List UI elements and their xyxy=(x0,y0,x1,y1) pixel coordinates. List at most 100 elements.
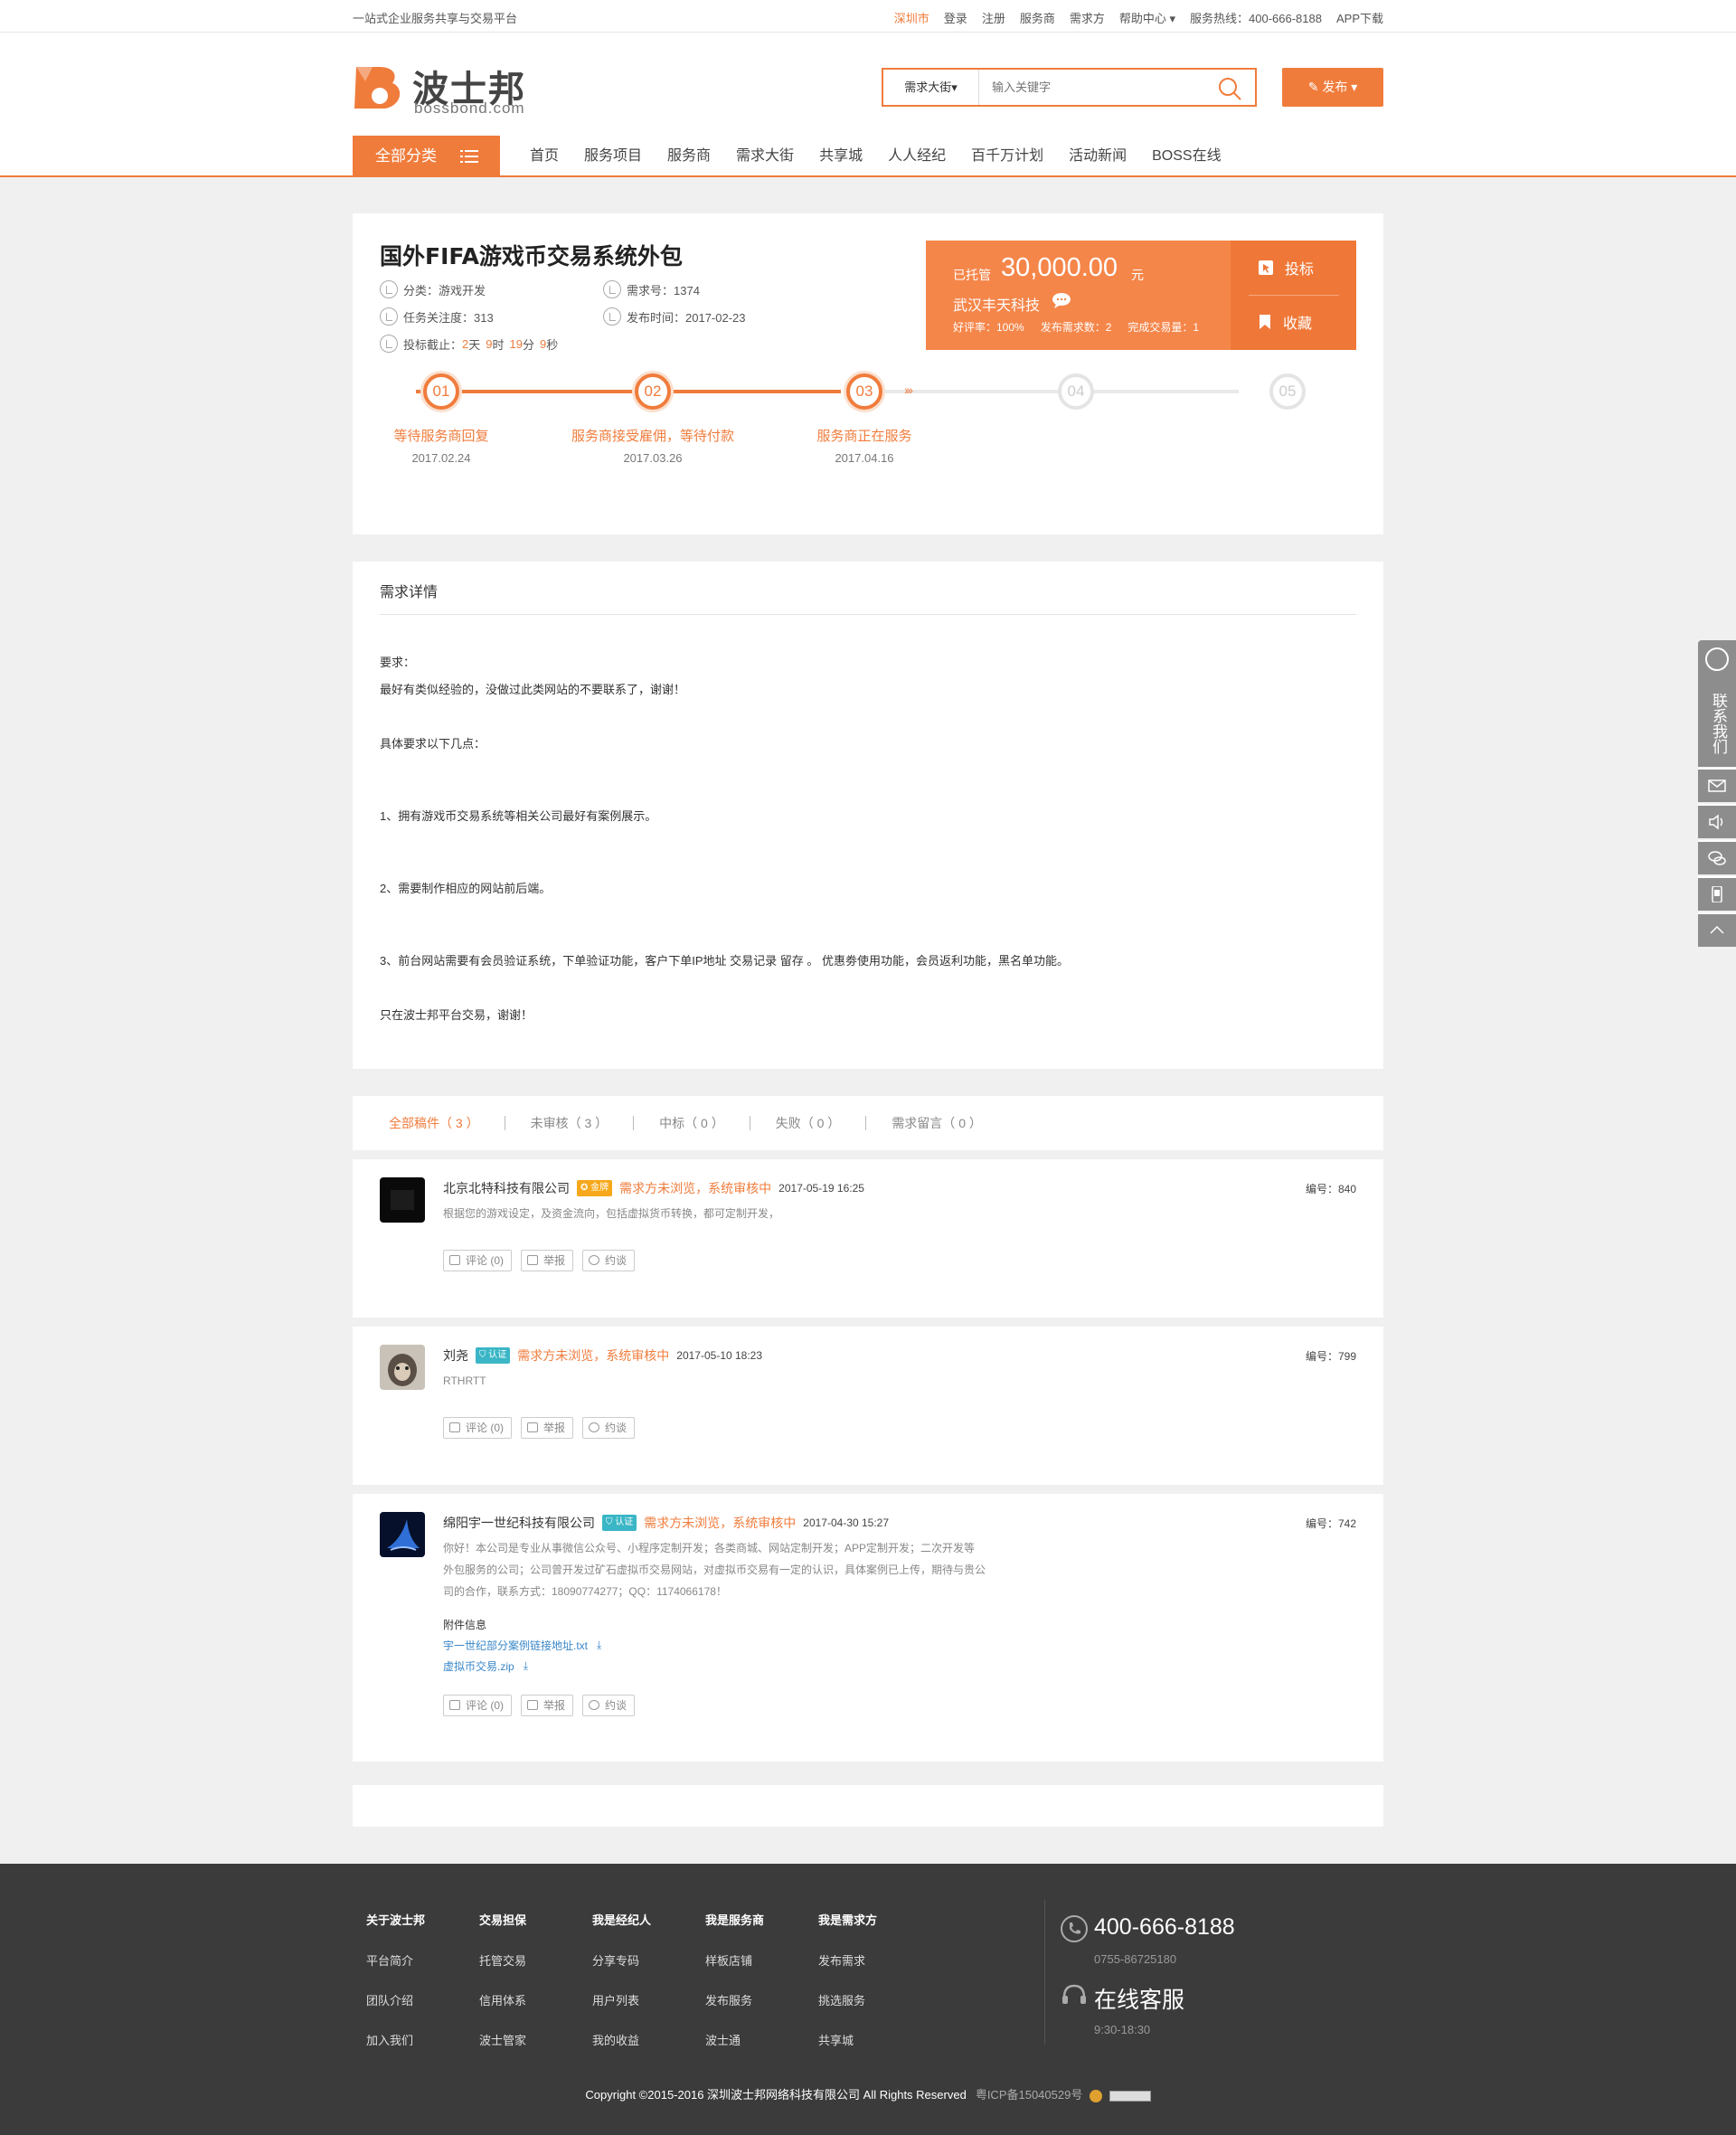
providers-link[interactable]: 服务商 xyxy=(1020,9,1055,26)
bid-tabs-card: 全部稿件（ 3 ） 未审核（ 3 ） 中标（ 0 ） 失败（ 0 ） 需求留言（… xyxy=(353,1096,1383,1150)
report-button[interactable]: 举报 xyxy=(521,1250,574,1271)
footer-link[interactable]: 平台简介 xyxy=(366,1951,425,1969)
nav-item-boss-online[interactable]: BOSS在线 xyxy=(1152,136,1221,177)
tab-won[interactable]: 中标（ 0 ） xyxy=(633,1116,750,1130)
bidder-name[interactable]: 刘尧 xyxy=(443,1346,468,1365)
mobile-button[interactable] xyxy=(1698,876,1736,911)
task-publish-time-text: 发布时间：2017-02-23 xyxy=(627,310,746,325)
favorite-button[interactable]: 收藏 xyxy=(1258,311,1339,333)
footer-link[interactable]: 团队介绍 xyxy=(366,1991,425,2008)
footer-link[interactable]: 波士通 xyxy=(705,2031,764,2048)
step-4-circle: 04 xyxy=(1058,373,1094,410)
header: 波士邦 bossbond.com 需求大街▾ ✎ 发布 ▾ 全部分类 首页 服务… xyxy=(0,33,1736,177)
attachments: 附件信息 宇一世纪部分案例链接地址.txt ⤓ 虚拟币交易.zip ⤓ xyxy=(443,1617,601,1674)
city-selector[interactable]: 深圳市 xyxy=(894,9,929,26)
avatar[interactable] xyxy=(380,1512,425,1557)
all-categories-button[interactable]: 全部分类 xyxy=(353,136,500,177)
nav-item-services[interactable]: 服务项目 xyxy=(584,136,642,177)
icp-number[interactable]: 粤ICP备15040529号 xyxy=(976,2088,1083,2102)
search-input[interactable] xyxy=(981,70,1207,105)
search-icon[interactable] xyxy=(1217,76,1242,101)
footer-link[interactable]: 我的收益 xyxy=(592,2031,651,2048)
demanders-link[interactable]: 需求方 xyxy=(1070,9,1105,26)
task-demand-no-text: 需求号：1374 xyxy=(627,283,700,298)
speaker-button[interactable] xyxy=(1698,804,1736,838)
logo-b-icon xyxy=(354,67,401,109)
bidder-name[interactable]: 绵阳宇一世纪科技有限公司 xyxy=(443,1514,595,1532)
footer-link[interactable]: 样板店铺 xyxy=(705,1951,764,1969)
comment-label: 评论 (0) xyxy=(466,1254,505,1267)
nav-item-broker[interactable]: 人人经纪 xyxy=(888,136,946,177)
footer-link[interactable]: 发布服务 xyxy=(705,1991,764,2008)
bid-button[interactable]: 投标 xyxy=(1258,257,1339,279)
task-deadline: 投标截止： 2天 9时 19 分 9秒 xyxy=(380,335,558,353)
publish-button[interactable]: ✎ 发布 ▾ xyxy=(1282,68,1383,107)
footer-col-provider: 我是服务商 样板店铺 发布服务 波士通 xyxy=(705,1911,764,2071)
escrow-amount: 30,000.00 xyxy=(1001,253,1118,282)
avatar[interactable] xyxy=(380,1177,425,1223)
tab-failed[interactable]: 失败（ 0 ） xyxy=(749,1116,866,1130)
footer-link[interactable]: 用户列表 xyxy=(592,1991,651,2008)
app-download-link[interactable]: APP下载 xyxy=(1336,9,1383,26)
report-button[interactable]: 举报 xyxy=(521,1417,574,1439)
nav-item-plan[interactable]: 百千万计划 xyxy=(971,136,1043,177)
deadline-hours-unit: 时 xyxy=(492,337,505,352)
comment-button[interactable]: 评论 (0) xyxy=(443,1695,513,1716)
footer-link[interactable]: 托管交易 xyxy=(479,1951,526,1969)
headset-icon xyxy=(1705,647,1729,671)
nav-item-providers[interactable]: 服务商 xyxy=(667,136,711,177)
nav-item-share-city[interactable]: 共享城 xyxy=(819,136,863,177)
avatar[interactable] xyxy=(380,1345,425,1390)
footer-link[interactable]: 共享城 xyxy=(818,2031,877,2048)
site-logo[interactable]: 波士邦 bossbond.com xyxy=(353,60,542,117)
search-category-select[interactable]: 需求大街▾ xyxy=(883,70,979,105)
talk-button[interactable]: 约谈 xyxy=(582,1250,636,1271)
login-link[interactable]: 登录 xyxy=(944,9,967,26)
talk-button[interactable]: 约谈 xyxy=(582,1695,636,1716)
footer-service-time: 9:30-18:30 xyxy=(1094,2023,1151,2036)
nav-item-news[interactable]: 活动新闻 xyxy=(1069,136,1127,177)
bidder-name[interactable]: 北京北特科技有限公司 xyxy=(443,1179,570,1197)
chat-bubble-icon[interactable] xyxy=(1052,292,1071,308)
wechat-button[interactable] xyxy=(1698,840,1736,874)
talk-button[interactable]: 约谈 xyxy=(582,1417,636,1439)
comment-button[interactable]: 评论 (0) xyxy=(443,1250,513,1271)
footer-link[interactable]: 挑选服务 xyxy=(818,1991,877,2008)
wechat-icon xyxy=(1708,851,1726,865)
mail-button[interactable] xyxy=(1698,768,1736,802)
tab-unreviewed[interactable]: 未审核（ 3 ） xyxy=(504,1116,634,1130)
deadline-hours: 9 xyxy=(486,336,493,351)
attachment-file[interactable]: 宇一世纪部分案例链接地址.txt ⤓ xyxy=(443,1638,601,1653)
nav-item-home[interactable]: 首页 xyxy=(530,136,559,177)
comment-button[interactable]: 评论 (0) xyxy=(443,1417,513,1439)
report-label: 举报 xyxy=(543,1699,566,1712)
list-icon xyxy=(460,150,478,163)
tab-messages[interactable]: 需求留言（ 0 ） xyxy=(865,1116,1007,1130)
step-2-date: 2017.03.26 xyxy=(623,451,683,465)
footer-link[interactable]: 分享专码 xyxy=(592,1951,651,1969)
footer-online-service[interactable]: 在线客服 xyxy=(1094,1982,1184,2015)
back-to-top-button[interactable] xyxy=(1698,912,1736,947)
footer-link[interactable]: 信用体系 xyxy=(479,1991,526,2008)
cnzz-badge-icon[interactable] xyxy=(1109,2090,1151,2102)
report-icon xyxy=(527,1700,539,1710)
footer-phone-secondary: 0755-86725180 xyxy=(1094,1952,1177,1966)
detail-line: 只在波士邦平台交易，谢谢！ xyxy=(380,1008,533,1022)
tab-all[interactable]: 全部稿件（ 3 ） xyxy=(389,1116,505,1130)
comment-icon xyxy=(449,1255,460,1265)
price-info: 已托管 30,000.00 元 武汉丰天科技 好评率：100% 发布需求数：2 … xyxy=(926,241,1231,350)
footer-link[interactable]: 发布需求 xyxy=(818,1951,877,1969)
register-link[interactable]: 注册 xyxy=(982,9,1005,26)
help-center-dropdown[interactable]: 帮助中心 ▾ xyxy=(1119,9,1175,26)
report-button[interactable]: 举报 xyxy=(521,1695,574,1716)
attachment-file[interactable]: 虚拟币交易.zip ⤓ xyxy=(443,1658,601,1674)
footer-link[interactable]: 波士管家 xyxy=(479,2031,526,2048)
comment-icon xyxy=(449,1700,460,1710)
footer-link[interactable]: 加入我们 xyxy=(366,2031,425,2048)
client-company[interactable]: 武汉丰天科技 xyxy=(953,293,1040,315)
certified-badge: ⛉ 认证 xyxy=(602,1515,637,1531)
contact-us-button[interactable]: 联系我们 xyxy=(1698,640,1736,767)
phone-icon xyxy=(1061,1915,1088,1942)
nav-item-demand-street[interactable]: 需求大街 xyxy=(736,136,794,177)
search-category-label: 需求大街 xyxy=(904,80,952,94)
